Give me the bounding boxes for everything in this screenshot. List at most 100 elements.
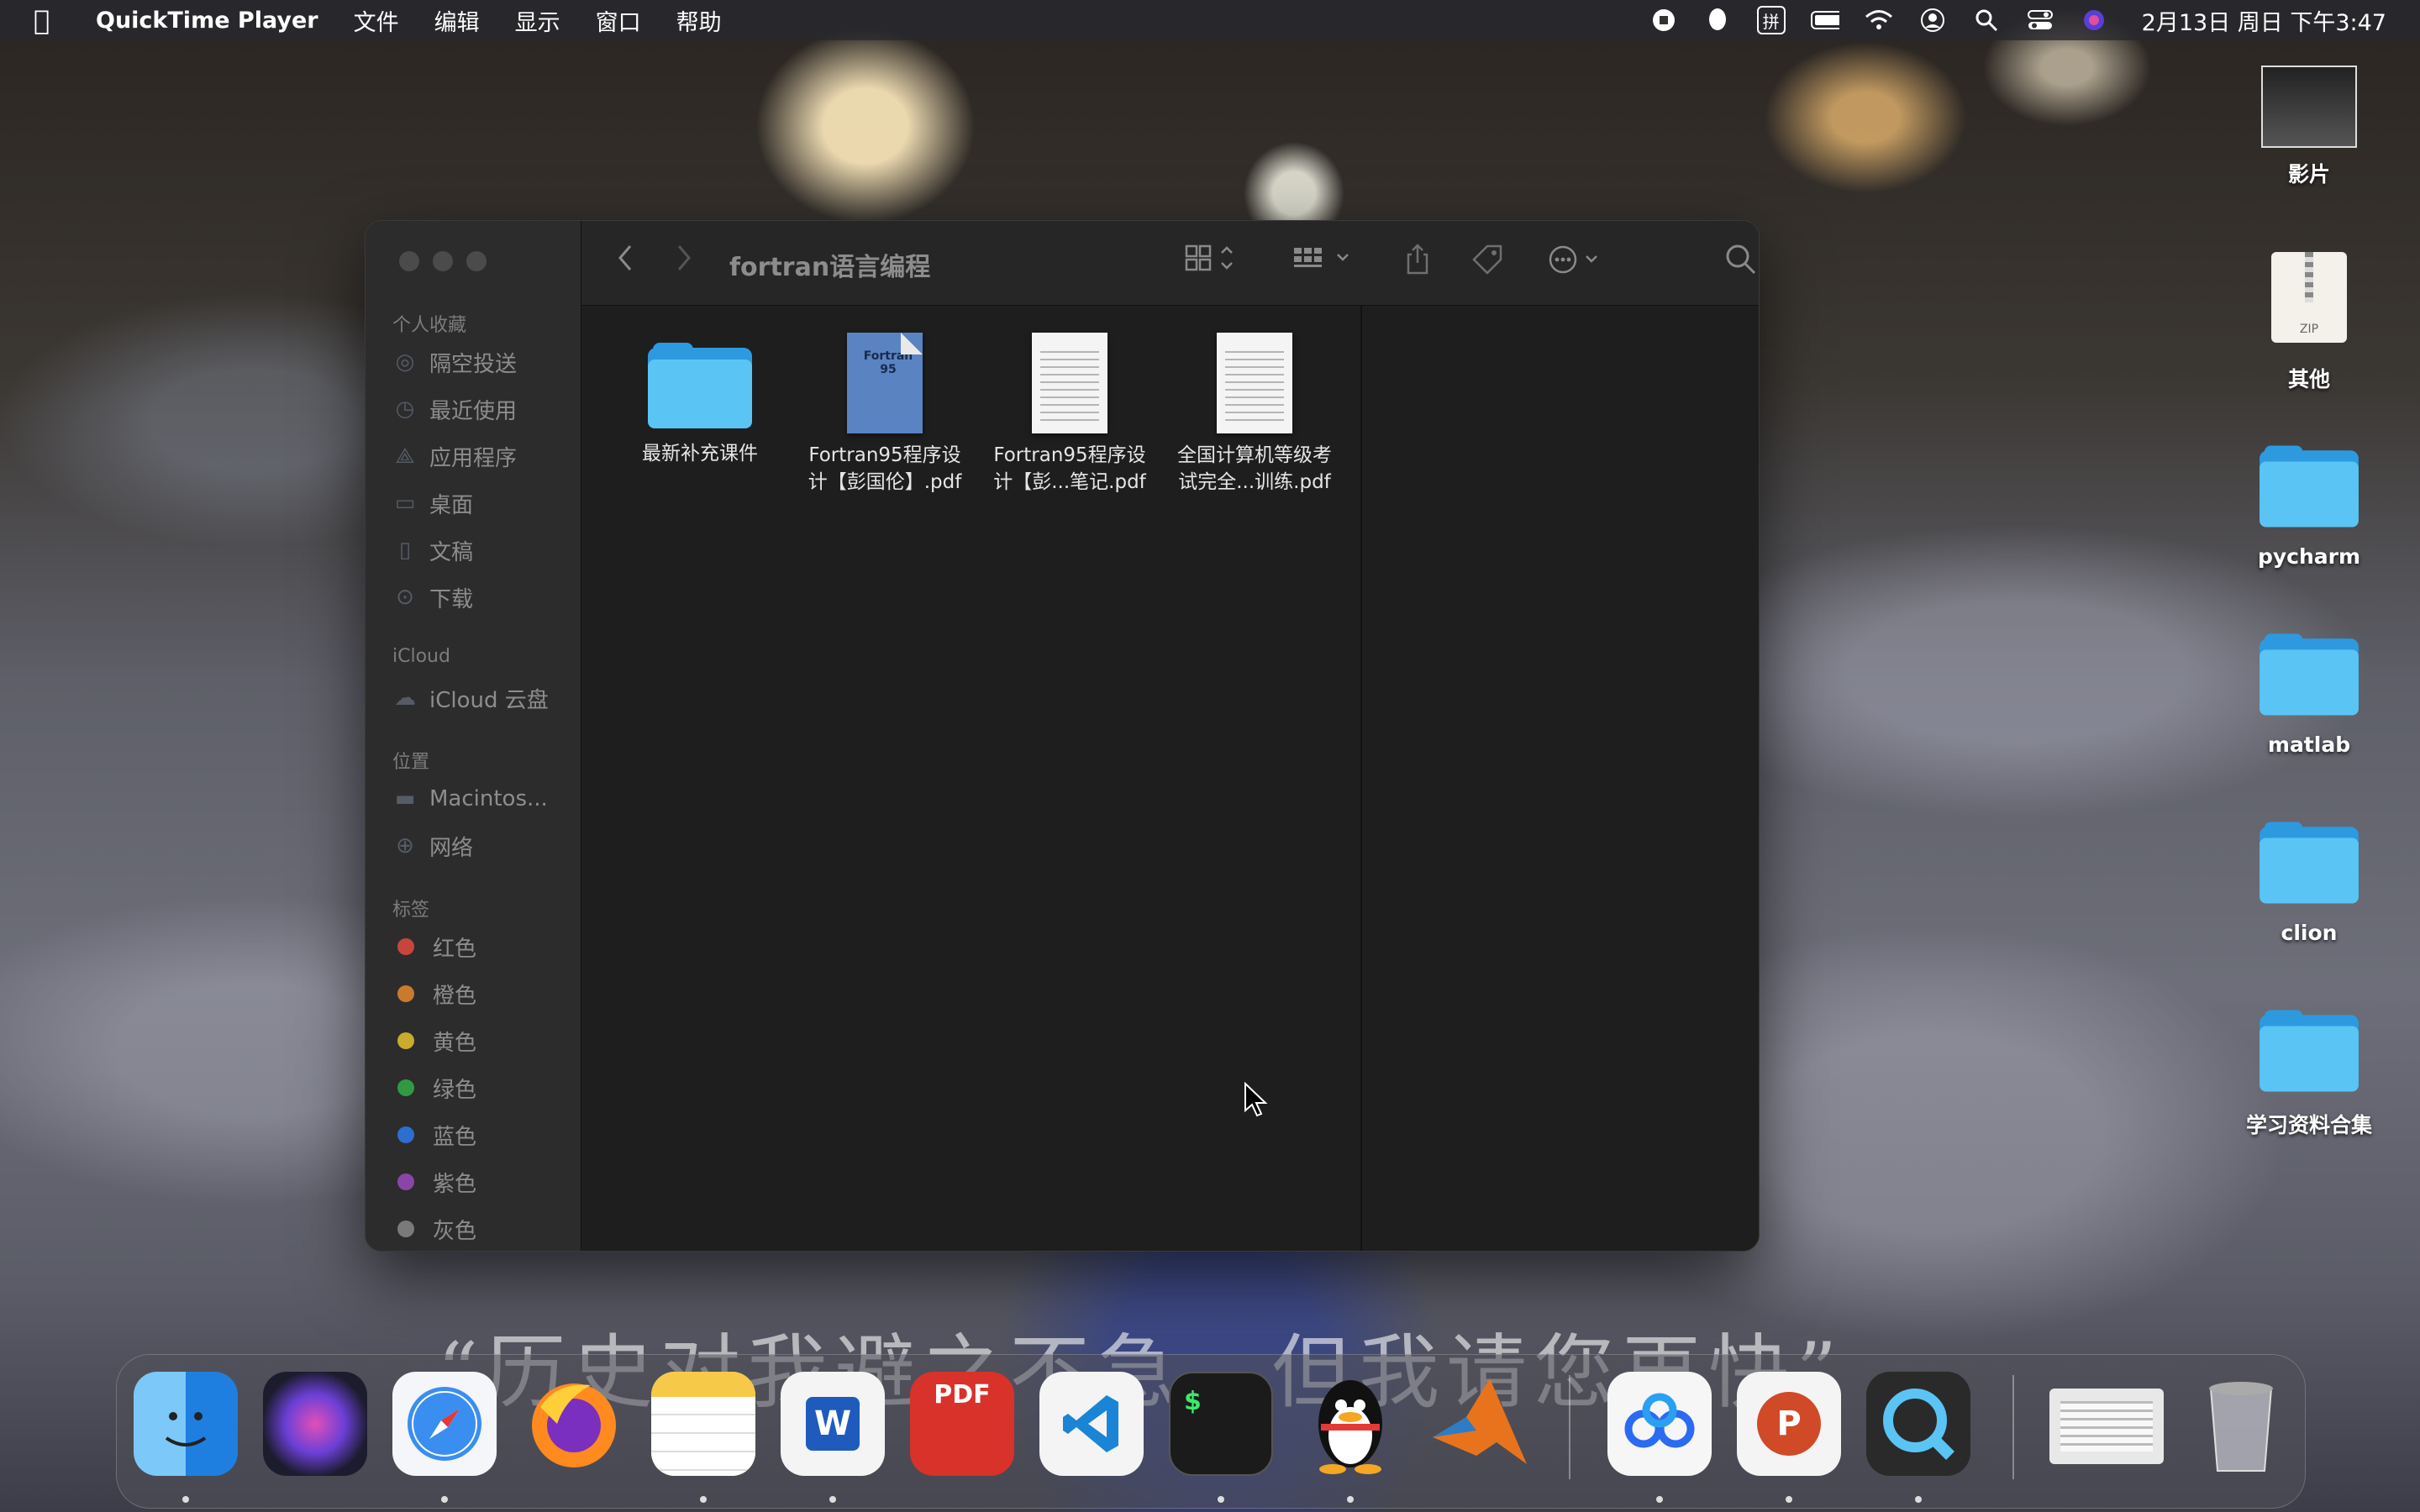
- finder-sidebar: 个人收藏 ◎ 隔空投送 ◷ 最近使用 ⟁ 应用程序 ▭ 桌面 ▯ 文稿 ⊙ 下载 iClou…: [366, 221, 581, 1251]
- sidebar-item-downloads[interactable]: ⊙ 下载: [392, 579, 473, 616]
- globe-icon: ⊕: [396, 833, 414, 858]
- folder-icon: [648, 343, 752, 428]
- dock-baidu-netdisk-icon[interactable]: [1607, 1372, 1712, 1476]
- file-item-folder[interactable]: 最新补充课件: [612, 333, 788, 467]
- dock-safari-icon[interactable]: [392, 1372, 497, 1476]
- apple-menu-icon[interactable]: : [34, 4, 67, 36]
- menu-window[interactable]: 窗口: [596, 4, 641, 37]
- dock-word-icon[interactable]: W: [781, 1372, 885, 1476]
- sidebar-item-label: Macintos...: [429, 786, 548, 811]
- dock-quicktime-icon[interactable]: [1866, 1372, 1970, 1476]
- screen-record-stop-icon[interactable]: [1649, 6, 1678, 34]
- dock-powerpoint-icon[interactable]: P: [1737, 1372, 1841, 1476]
- menu-help[interactable]: 帮助: [676, 4, 722, 37]
- dock-matlab-icon[interactable]: [1428, 1372, 1532, 1476]
- sidebar-item-label: 应用程序: [429, 445, 518, 471]
- file-item-pdf[interactable]: 全国计算机等级考 试完全...训练.pdf: [1166, 333, 1343, 496]
- sidebar-item-icloud-drive[interactable]: ☁ iCloud 云盘: [392, 680, 549, 717]
- folder-icon: [2260, 633, 2359, 716]
- applications-icon: ⟁: [395, 443, 415, 469]
- sidebar-tag-red[interactable]: 红色: [392, 928, 476, 965]
- app-name-menu[interactable]: QuickTime Player: [96, 8, 318, 34]
- running-indicator: [700, 1496, 707, 1503]
- back-chevron-icon[interactable]: [615, 243, 635, 280]
- control-center-icon[interactable]: [2026, 6, 2054, 34]
- minimize-window-button[interactable]: [433, 251, 453, 271]
- sidebar-section-tags: 标签: [392, 900, 430, 921]
- running-indicator: [1786, 1496, 1792, 1503]
- tag-dot-icon: [397, 1221, 414, 1237]
- menu-edit[interactable]: 编辑: [434, 4, 480, 37]
- zip-badge: ZIP: [2299, 323, 2319, 336]
- running-indicator: [1218, 1496, 1224, 1503]
- tag-dot-icon: [397, 1032, 414, 1049]
- file-item-pdf[interactable]: Fortran 95 Fortran95程序设 计【彭国伦】.pdf: [797, 333, 973, 496]
- dock-qq-icon[interactable]: [1298, 1372, 1402, 1476]
- search-icon[interactable]: [1724, 243, 1758, 283]
- sidebar-item-label: 紫色: [433, 1171, 477, 1197]
- spotlight-search-icon[interactable]: [1972, 6, 2001, 34]
- desktop-item-matlab[interactable]: matlab: [2225, 632, 2393, 757]
- desktop-item-study-materials[interactable]: 学习资料合集: [2225, 1008, 2393, 1139]
- sidebar-tag-purple[interactable]: 紫色: [392, 1163, 476, 1200]
- cloud-icon: ☁: [394, 685, 416, 711]
- mouse-cursor-icon: [1244, 1081, 1269, 1128]
- close-window-button[interactable]: [399, 251, 419, 271]
- running-indicator: [1915, 1496, 1922, 1503]
- more-actions-icon[interactable]: [1548, 243, 1607, 283]
- sidebar-item-label: iCloud 云盘: [429, 687, 549, 713]
- desktop-item-label: 其他: [2287, 367, 2330, 391]
- pdf-document-icon: [1217, 333, 1292, 433]
- dock-siri-icon[interactable]: [263, 1372, 367, 1476]
- tag-icon[interactable]: [1470, 243, 1504, 283]
- desktop-item-other[interactable]: ZIP 其他: [2225, 252, 2393, 393]
- dock-separator: [2012, 1375, 2014, 1479]
- zoom-window-button[interactable]: [466, 251, 487, 271]
- desktop-item-movies[interactable]: 影片: [2225, 66, 2393, 188]
- clock-icon: ◷: [395, 396, 415, 422]
- sidebar-tag-gray[interactable]: 灰色: [392, 1210, 476, 1247]
- tag-dot-icon: [397, 1126, 414, 1143]
- file-item-pdf[interactable]: Fortran95程序设 计【彭...笔记.pdf: [981, 333, 1158, 496]
- dock-minimized-window-thumbnail[interactable]: [2049, 1389, 2164, 1464]
- sidebar-item-label: 桌面: [429, 492, 474, 518]
- dock-trash-icon[interactable]: [2189, 1372, 2293, 1476]
- sidebar-item-macintosh-hd[interactable]: ▬ Macintos...: [392, 780, 548, 817]
- sidebar-section-favorites: 个人收藏: [392, 315, 467, 336]
- sidebar-item-desktop[interactable]: ▭ 桌面: [392, 485, 473, 522]
- siri-icon[interactable]: [2080, 6, 2108, 34]
- menu-view[interactable]: 显示: [515, 4, 560, 37]
- dock-vscode-icon[interactable]: [1039, 1372, 1144, 1476]
- user-account-icon[interactable]: [1918, 6, 1947, 34]
- icon-view-grid-icon[interactable]: [1185, 243, 1240, 280]
- forward-chevron-icon[interactable]: [674, 243, 694, 280]
- preview-pane: [1360, 306, 1759, 1251]
- menubar-clock[interactable]: 2月13日 周日 下午3:47: [2142, 4, 2386, 37]
- sidebar-tag-orange[interactable]: 橙色: [392, 975, 476, 1012]
- sidebar-tag-green[interactable]: 绿色: [392, 1069, 476, 1106]
- desktop-item-clion[interactable]: clion: [2225, 820, 2393, 945]
- sidebar-item-documents[interactable]: ▯ 文稿: [392, 532, 473, 569]
- sidebar-item-applications[interactable]: ⟁ 应用程序: [392, 438, 517, 475]
- battery-icon[interactable]: [1810, 6, 1839, 34]
- dock-firefox-icon[interactable]: [522, 1372, 626, 1476]
- pdf-cover-icon: Fortran 95: [847, 333, 923, 433]
- dock-finder-icon[interactable]: [134, 1372, 238, 1476]
- sidebar-item-network[interactable]: ⊕ 网络: [392, 827, 473, 864]
- sidebar-tag-yellow[interactable]: 黄色: [392, 1022, 476, 1059]
- dock-terminal-icon[interactable]: $: [1169, 1372, 1273, 1476]
- sidebar-item-recents[interactable]: ◷ 最近使用: [392, 391, 517, 428]
- qq-status-icon[interactable]: [1703, 6, 1732, 34]
- dock-notes-icon[interactable]: [651, 1372, 755, 1476]
- file-label: 全国计算机等级考 试完全...训练.pdf: [1177, 444, 1332, 493]
- share-icon[interactable]: [1405, 243, 1430, 283]
- group-by-icon[interactable]: [1292, 243, 1356, 280]
- sidebar-tag-blue[interactable]: 蓝色: [392, 1116, 476, 1153]
- sidebar-item-airdrop[interactable]: ◎ 隔空投送: [392, 344, 517, 381]
- menu-file[interactable]: 文件: [354, 4, 399, 37]
- wifi-icon[interactable]: [1865, 6, 1893, 34]
- sidebar-item-label: 红色: [433, 936, 477, 962]
- input-method-icon[interactable]: 拼: [1756, 6, 1786, 34]
- dock-pdf-expert-icon[interactable]: PDF: [910, 1372, 1014, 1476]
- desktop-item-pycharm[interactable]: pycharm: [2225, 444, 2393, 569]
